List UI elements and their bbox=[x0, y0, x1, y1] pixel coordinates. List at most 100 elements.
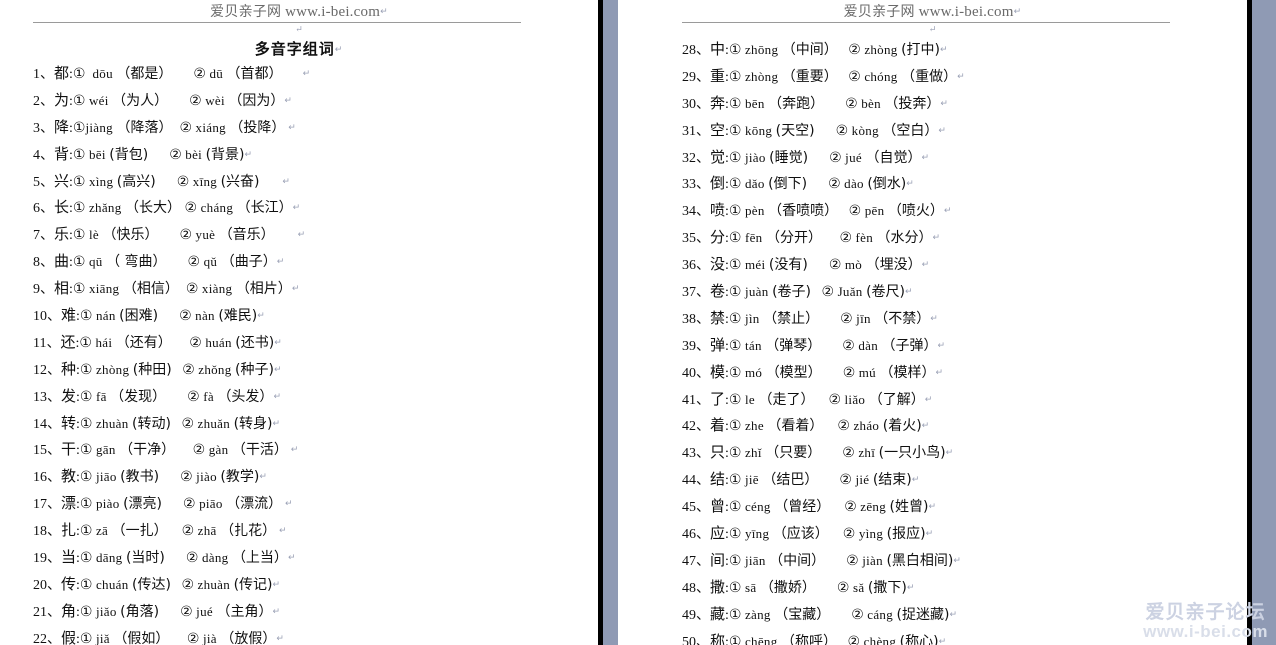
entry-item: 40、模:① mó （模型） ② mú （模样）↵ bbox=[618, 359, 1247, 386]
entry-number: 33、 bbox=[682, 177, 710, 193]
reading-marker-2: ② bbox=[847, 633, 861, 645]
reading-1-word: （曾经） bbox=[774, 499, 831, 516]
reading-marker-1: ① bbox=[79, 308, 93, 325]
reading-marker-1: ① bbox=[728, 149, 742, 166]
document-page-right: 爱贝亲子网 www.i-bei.com↵ ↵ 28、中:① zhōng （中间）… bbox=[618, 0, 1252, 645]
reading-2-pinyin: pēn bbox=[864, 203, 885, 219]
reading-1-word: （重要） bbox=[781, 68, 838, 85]
reading-marker-2: ② bbox=[192, 442, 206, 459]
header-site-url: www.i-bei.com bbox=[281, 4, 381, 20]
reading-marker-2: ② bbox=[845, 95, 858, 112]
reading-2-pinyin: piāo bbox=[199, 496, 223, 512]
reading-2-word: （重做） bbox=[901, 68, 958, 85]
reading-2-word: （主角） bbox=[216, 603, 273, 620]
header-rule-divider bbox=[33, 22, 521, 23]
reading-marker-1: ① bbox=[72, 146, 86, 163]
reading-marker-2: ② bbox=[848, 203, 862, 220]
reading-2-pinyin: dàn bbox=[858, 337, 878, 353]
entry-number: 10、 bbox=[33, 309, 61, 325]
entry-pilcrow-icon: ↵ bbox=[906, 179, 914, 190]
entry-number: 43、 bbox=[682, 446, 710, 462]
reading-1-word: (当时) bbox=[125, 550, 165, 567]
reading-2-pinyin: dū bbox=[209, 66, 224, 81]
entry-item: 1、都:① dōu （都是） ② dū （首都） ↵ bbox=[0, 60, 598, 87]
entry-item: 10、难:① nán (困难) ② nàn (难民)↵ bbox=[0, 302, 598, 329]
reading-2-pinyin: bèi bbox=[185, 146, 203, 162]
entry-character: 降 bbox=[54, 117, 70, 136]
entry-item: 36、没:① méi (没有) ② mò （埋没）↵ bbox=[618, 251, 1247, 278]
reading-1-pinyin: zhòng bbox=[95, 361, 130, 377]
reading-1-word: （中间） bbox=[781, 42, 838, 58]
reading-2-pinyin: cáng bbox=[867, 606, 894, 622]
reading-2-pinyin: huán bbox=[205, 334, 232, 350]
entry-item: 38、禁:① jìn （禁止） ② jīn （不禁）↵ bbox=[618, 305, 1247, 332]
reading-2-pinyin: fà bbox=[203, 388, 214, 404]
header-site-name-cn: 爱贝亲子网 bbox=[843, 4, 915, 20]
reading-1-pinyin: xìng bbox=[88, 173, 114, 189]
entry-character: 发 bbox=[61, 386, 77, 405]
entry-pilcrow-icon: ↵ bbox=[940, 45, 948, 55]
entry-number: 39、 bbox=[682, 338, 710, 354]
entry-character: 角 bbox=[61, 601, 77, 620]
reading-2-pinyin: kòng bbox=[851, 122, 879, 138]
document-viewer: 爱贝亲子网 www.i-bei.com ↵ ↵ 多音字组词 ↵ 1、都:① dōu … bbox=[0, 0, 1276, 645]
entry-pilcrow-icon: ↵ bbox=[285, 122, 296, 133]
entry-item: 32、觉:① jiào (睡觉) ② jué （自觉）↵ bbox=[618, 144, 1247, 171]
reading-1-word: （快乐） bbox=[102, 227, 159, 244]
reading-2-pinyin: jià bbox=[202, 630, 217, 645]
entry-item: 43、只:① zhǐ （只要） ② zhī (一只小鸟)↵ bbox=[618, 439, 1247, 466]
reading-2-word: （干活） bbox=[231, 442, 288, 459]
reading-marker-2: ② bbox=[180, 603, 193, 620]
reading-2-pinyin: xiáng bbox=[195, 119, 226, 135]
entry-item: 9、相:① xiāng （相信） ② xiàng （相片）↵ bbox=[0, 275, 598, 302]
reading-1-word: (卷子) bbox=[772, 284, 811, 301]
reading-1-pinyin: wéi bbox=[88, 92, 109, 108]
reading-marker-1: ① bbox=[728, 526, 742, 543]
entry-pilcrow-icon: ↵ bbox=[259, 176, 290, 187]
entry-number: 44、 bbox=[682, 473, 710, 489]
entry-character: 漂 bbox=[61, 494, 77, 513]
entry-character: 模 bbox=[710, 362, 726, 381]
reading-marker-1: ① bbox=[728, 310, 742, 327]
entry-item: 45、曾:① céng （曾经） ② zēng (姓曾)↵ bbox=[618, 493, 1247, 520]
reading-marker-1: ① bbox=[728, 418, 742, 435]
reading-2-word: （模样） bbox=[879, 364, 936, 381]
reading-2-word: (卷尺) bbox=[866, 284, 906, 301]
entry-number: 42、 bbox=[682, 419, 710, 435]
entry-pilcrow-icon: ↵ bbox=[953, 555, 961, 566]
reading-marker-1: ① bbox=[72, 227, 86, 244]
reading-2-pinyin: jué bbox=[845, 149, 862, 165]
entry-item: 4、背:① bēi (背包) ② bèi (背景)↵ bbox=[0, 141, 598, 168]
reading-1-word: (倒下) bbox=[768, 176, 808, 193]
header-below-mark-icon: ↵ bbox=[295, 24, 303, 34]
entry-character: 假 bbox=[61, 628, 77, 645]
reading-2-pinyin: gàn bbox=[208, 442, 229, 458]
page-title-text: 多音字组词 bbox=[254, 40, 335, 58]
entry-item: 6、长:① zhǎng （长大） ② cháng （长江）↵ bbox=[0, 194, 598, 221]
entry-pilcrow-icon: ↵ bbox=[274, 230, 306, 241]
entry-item: 29、重:① zhòng （重要） ② chóng （重做）↵ bbox=[618, 63, 1247, 90]
entry-item: 3、降:①jiàng （降落） ② xiáng （投降） ↵ bbox=[0, 114, 598, 141]
reading-2-pinyin: bèn bbox=[861, 95, 881, 111]
entry-number: 35、 bbox=[682, 231, 710, 247]
entry-number: 20、 bbox=[33, 577, 61, 593]
reading-marker-2: ② bbox=[183, 496, 196, 513]
entry-item: 8、曲:① qū （ 弯曲） ② qǔ （曲子）↵ bbox=[0, 248, 598, 275]
reading-1-pinyin: jiāo bbox=[95, 469, 117, 485]
entry-number: 30、 bbox=[682, 96, 710, 112]
reading-marker-1: ① bbox=[728, 95, 742, 112]
reading-marker-2: ② bbox=[842, 364, 856, 381]
reading-marker-2: ② bbox=[842, 526, 856, 543]
entry-pilcrow-icon: ↵ bbox=[925, 529, 934, 540]
entry-character: 相 bbox=[54, 279, 70, 298]
reading-2-word: （喷火） bbox=[887, 203, 944, 220]
reading-2-pinyin: xiàng bbox=[201, 281, 233, 297]
reading-2-pinyin: cháng bbox=[200, 200, 234, 216]
